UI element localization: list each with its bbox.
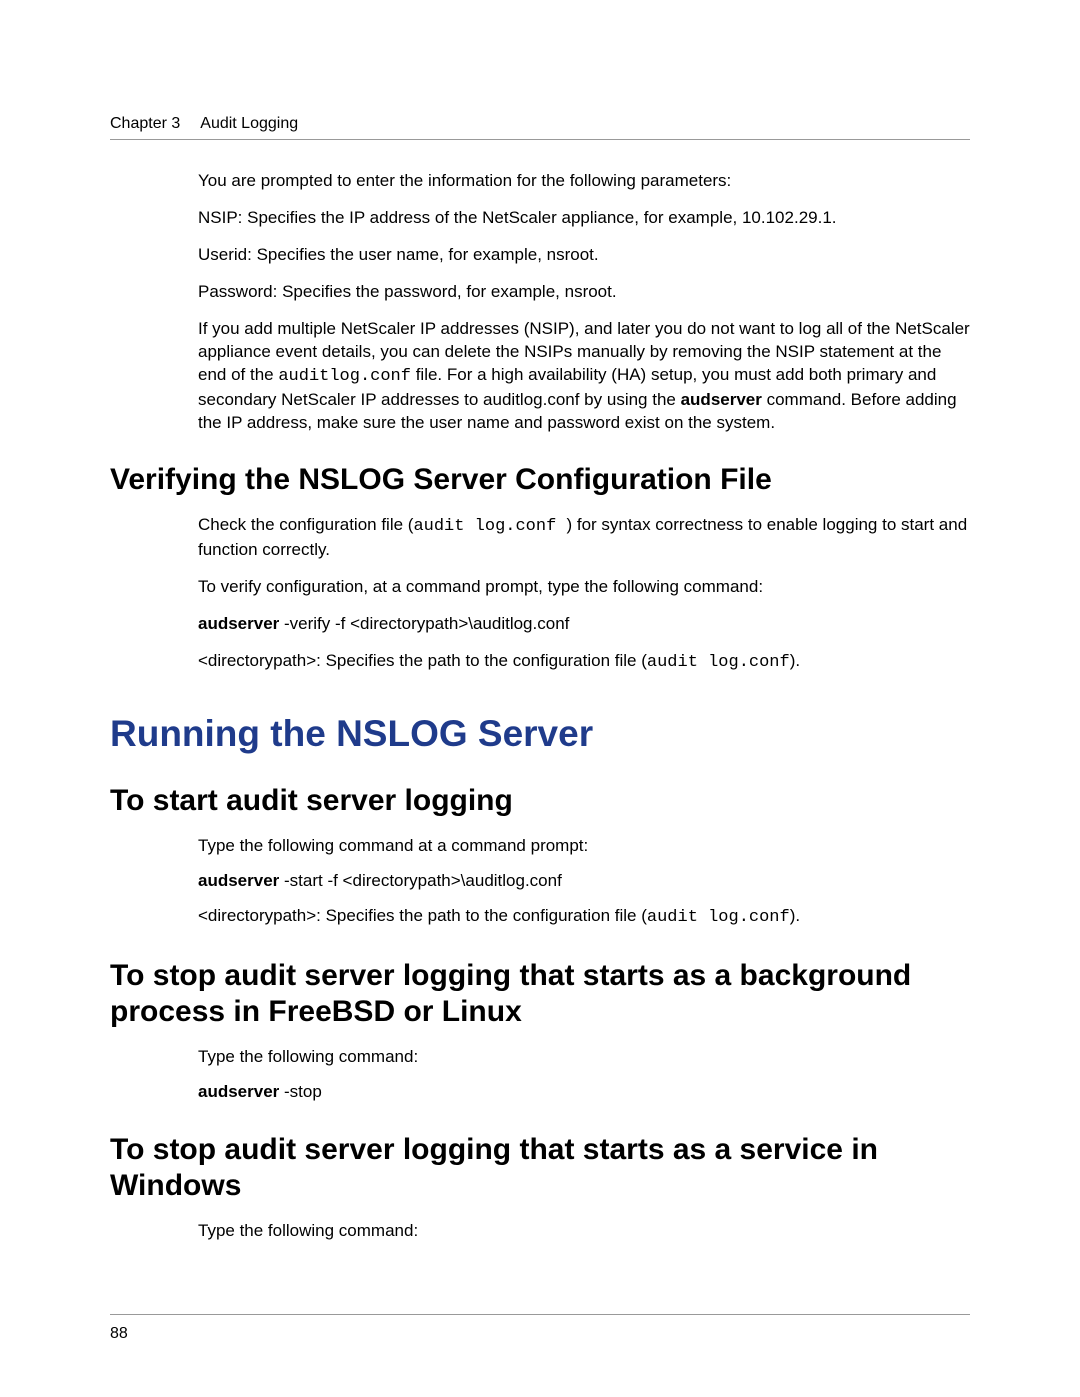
text-run: ). <box>790 651 800 670</box>
paragraph: Userid: Specifies the user name, for exa… <box>198 244 970 267</box>
page-number: 88 <box>110 1325 970 1343</box>
command-line: audserver -verify -f <directorypath>\aud… <box>198 613 970 636</box>
code-inline: audit log.conf <box>647 908 790 927</box>
chapter-title: Audit Logging <box>200 115 298 133</box>
code-inline: audit log.conf <box>413 517 566 536</box>
heading-stop-freebsd: To stop audit server logging that starts… <box>110 958 970 1030</box>
paragraph: Type the following command at a command … <box>198 835 970 858</box>
code-inline: audit log.conf <box>647 653 790 672</box>
bold-run: audserver <box>198 871 279 890</box>
paragraph: <directorypath>: Specifies the path to t… <box>198 905 970 930</box>
text-run: -stop <box>279 1082 322 1101</box>
paragraph: <directorypath>: Specifies the path to t… <box>198 650 970 675</box>
text-run: Check the configuration file ( <box>198 515 413 534</box>
paragraph: To verify configuration, at a command pr… <box>198 576 970 599</box>
heading-verifying: Verifying the NSLOG Server Configuration… <box>110 462 970 498</box>
heading-start-audit: To start audit server logging <box>110 783 970 819</box>
heading-running-nslog: Running the NSLOG Server <box>110 713 970 755</box>
header-divider <box>110 139 970 140</box>
text-run: -start -f <directorypath>\auditlog.conf <box>279 871 562 890</box>
command-line: audserver -stop <box>198 1081 970 1104</box>
page-header: Chapter 3 Audit Logging <box>110 115 970 133</box>
text-run: <directorypath>: Specifies the path to t… <box>198 906 647 925</box>
heading-stop-windows: To stop audit server logging that starts… <box>110 1132 970 1204</box>
document-page: Chapter 3 Audit Logging You are prompted… <box>0 0 1080 1315</box>
paragraph: Password: Specifies the password, for ex… <box>198 281 970 304</box>
text-run: -verify -f <directorypath>\auditlog.conf <box>279 614 569 633</box>
bold-run: audserver <box>198 614 279 633</box>
paragraph: Type the following command: <box>198 1046 970 1069</box>
chapter-label: Chapter 3 <box>110 115 180 133</box>
paragraph: Type the following command: <box>198 1220 970 1243</box>
command-line: audserver -start -f <directorypath>\audi… <box>198 870 970 893</box>
bold-run: audserver <box>681 390 762 409</box>
paragraph: You are prompted to enter the informatio… <box>198 170 970 193</box>
text-run: <directorypath>: Specifies the path to t… <box>198 651 647 670</box>
code-inline: auditlog.conf <box>278 367 411 386</box>
text-run: ). <box>790 906 800 925</box>
footer-divider <box>110 1314 970 1315</box>
paragraph: If you add multiple NetScaler IP address… <box>198 318 970 435</box>
paragraph: NSIP: Specifies the IP address of the Ne… <box>198 207 970 230</box>
bold-run: audserver <box>198 1082 279 1101</box>
page-footer: 88 <box>110 1302 970 1343</box>
paragraph: Check the configuration file (audit log.… <box>198 514 970 562</box>
